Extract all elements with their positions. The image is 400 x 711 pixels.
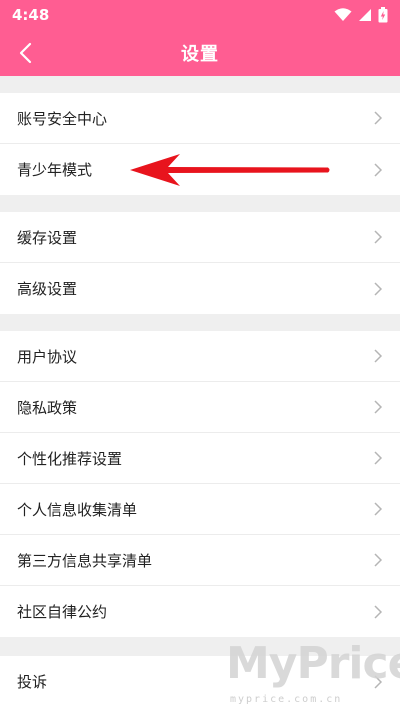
settings-item-teen-mode[interactable]: 青少年模式: [0, 144, 400, 195]
settings-item-cache[interactable]: 缓存设置: [0, 212, 400, 263]
chevron-right-icon: [374, 604, 383, 619]
chevron-right-icon: [374, 281, 383, 296]
chevron-right-icon: [374, 162, 383, 177]
page-title: 设置: [181, 44, 219, 65]
settings-item-advanced[interactable]: 高级设置: [0, 263, 400, 314]
settings-item-label: 高级设置: [17, 280, 78, 298]
settings-item-privacy-policy[interactable]: 隐私政策: [0, 382, 400, 433]
settings-item-label: 缓存设置: [17, 228, 78, 247]
settings-item-community-convention[interactable]: 社区自律公约: [0, 586, 400, 637]
settings-item-label: 账号安全中心: [17, 109, 108, 128]
chevron-left-icon: [19, 42, 32, 64]
settings-item-label: 投诉: [17, 673, 48, 691]
status-icons: [334, 7, 388, 23]
chevron-right-icon: [374, 451, 383, 465]
status-time: 4:48: [12, 6, 50, 24]
settings-item-label: 用户协议: [17, 347, 78, 366]
back-button[interactable]: [8, 36, 42, 70]
wifi-icon: [334, 8, 352, 21]
settings-item-label: 个人信息收集清单: [17, 500, 138, 519]
settings-item-label: 青少年模式: [17, 161, 93, 179]
settings-item-label: 个性化推荐设置: [17, 449, 123, 468]
settings-item-label: 隐私政策: [17, 398, 78, 417]
chevron-right-icon: [374, 230, 383, 244]
settings-item-third-party-sharing-list[interactable]: 第三方信息共享清单: [0, 535, 400, 586]
settings-item-personalized-recommendations[interactable]: 个性化推荐设置: [0, 433, 400, 484]
settings-item-label: 第三方信息共享清单: [17, 551, 153, 570]
status-bar: 4:48: [0, 0, 400, 30]
settings-group-storage: 缓存设置 高级设置: [0, 212, 400, 314]
chevron-right-icon: [374, 502, 383, 516]
settings-item-label: 社区自律公约: [17, 603, 108, 621]
settings-group-account: 账号安全中心 青少年模式: [0, 93, 400, 195]
settings-group-complaints: 投诉: [0, 656, 400, 711]
settings-item-complaint[interactable]: 投诉: [0, 656, 400, 707]
chevron-right-icon: [374, 674, 383, 689]
settings-item-personal-info-list[interactable]: 个人信息收集清单: [0, 484, 400, 535]
settings-group-legal: 用户协议 隐私政策 个性化推荐设置 个人信息收集清单 第三方信息共享清单 社区自…: [0, 331, 400, 637]
battery-icon: [378, 7, 388, 23]
settings-item-user-agreement[interactable]: 用户协议: [0, 331, 400, 382]
settings-item-account-security[interactable]: 账号安全中心: [0, 93, 400, 144]
chevron-right-icon: [374, 553, 383, 567]
chevron-right-icon: [374, 111, 383, 125]
signal-icon: [359, 9, 371, 21]
chevron-right-icon: [374, 400, 383, 414]
chevron-right-icon: [374, 349, 383, 363]
app-header: 设置: [0, 30, 400, 76]
